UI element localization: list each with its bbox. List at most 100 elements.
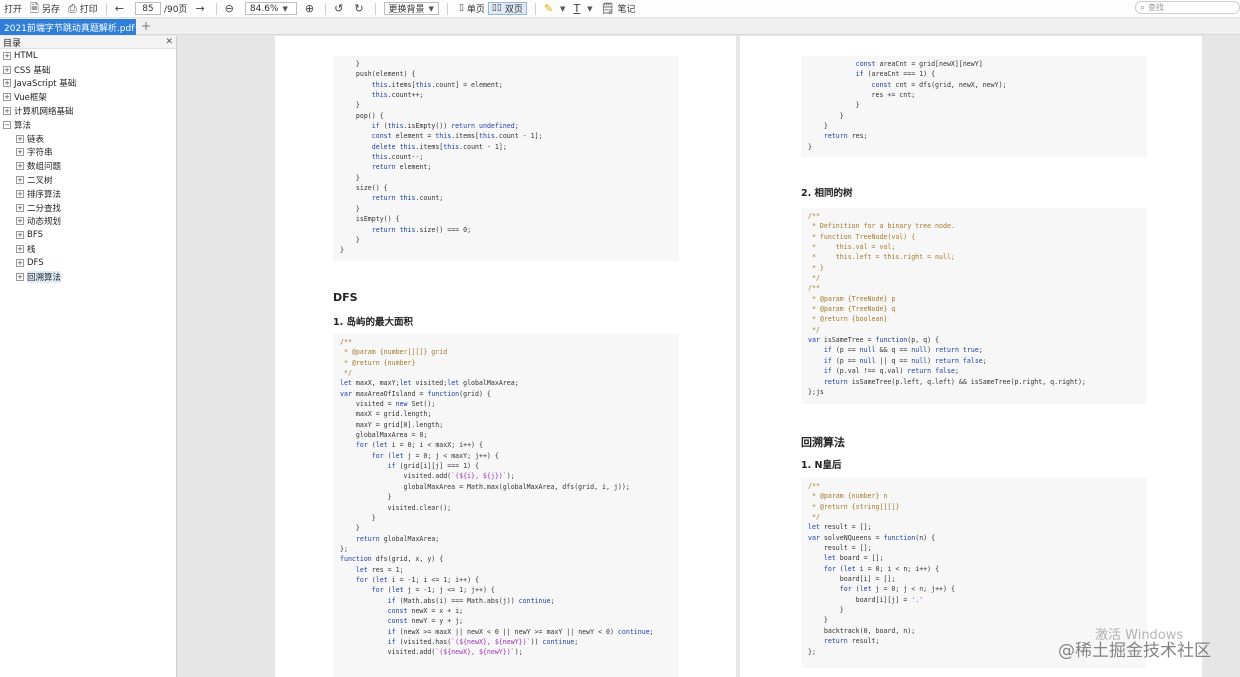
code-line: if (this.isEmpty()) return undefined; bbox=[371, 122, 519, 131]
page-nav: 85 /90页 bbox=[131, 0, 192, 18]
prev-page-button[interactable]: ← bbox=[111, 0, 131, 18]
code-line: * @param {number} n bbox=[808, 492, 888, 501]
toc-item[interactable]: + 计算机网络基础 bbox=[0, 104, 176, 118]
toc-item[interactable]: + Vue框架 bbox=[0, 90, 176, 104]
search-box[interactable]: ⌕ 查找 bbox=[1135, 1, 1240, 14]
toc-item[interactable]: + 动态规划 bbox=[0, 215, 176, 229]
toc-item[interactable]: + 回溯算法 bbox=[0, 270, 176, 284]
toc-item[interactable]: + JavaScript 基础 bbox=[0, 77, 176, 91]
toc-item-label: 二叉树 bbox=[27, 176, 53, 187]
expand-icon[interactable]: + bbox=[16, 258, 24, 267]
code-line: delete this.items[this.count - 1]; bbox=[371, 142, 507, 151]
toc-item[interactable]: + 二分查找 bbox=[0, 201, 176, 215]
expand-icon[interactable]: + bbox=[16, 189, 24, 198]
code-line: let maxX, maxY;let visited;let globalMax… bbox=[340, 379, 519, 388]
page-number-input[interactable]: 85 bbox=[134, 2, 161, 15]
code-line: return isSameTree(p.left, q.left) && isS… bbox=[823, 377, 1086, 386]
code-line: /** bbox=[340, 338, 352, 346]
close-icon[interactable]: ✕ bbox=[165, 37, 173, 47]
code-line: if (p == null && q == null) return true; bbox=[823, 346, 983, 355]
expand-icon[interactable]: + bbox=[16, 203, 24, 212]
toc-item[interactable]: + CSS 基础 bbox=[0, 63, 176, 77]
code-line: } bbox=[340, 246, 344, 255]
expand-icon[interactable]: + bbox=[16, 231, 24, 240]
section-heading: DFS bbox=[333, 291, 358, 304]
print-icon: ⎙ bbox=[67, 2, 77, 15]
toc-item-label: 二分查找 bbox=[27, 203, 62, 214]
search-input[interactable]: 查找 bbox=[1148, 2, 1164, 13]
toc-header: 目录 ✕ bbox=[0, 36, 176, 49]
next-page-button[interactable]: → bbox=[191, 0, 211, 18]
close-icon[interactable]: ✕ bbox=[134, 22, 136, 32]
text-color-button[interactable]: T ▼ bbox=[569, 0, 596, 18]
sub-heading: 1. 岛屿的最大面积 bbox=[333, 317, 414, 328]
double-page-button[interactable]: ▯▯ 双页 bbox=[487, 2, 527, 15]
single-page-label: 单页 bbox=[466, 5, 485, 15]
highlight-button[interactable]: ✎ ▼ bbox=[540, 0, 570, 18]
code-line: /** bbox=[808, 212, 820, 220]
code-line: board[i][j] = '.' bbox=[808, 595, 924, 604]
code-line: let res = 1; bbox=[355, 565, 404, 574]
rotate-right-button[interactable]: ↻ bbox=[350, 0, 370, 18]
expand-icon[interactable]: + bbox=[3, 93, 11, 102]
site-watermark: @稀土掘金技术社区 bbox=[1058, 641, 1211, 661]
zoom-out-button[interactable]: ⊖ bbox=[221, 0, 241, 18]
toc-sidebar: 目录 ✕ + HTML + CSS 基础 + JavaScript 基础 + Vue框架 + 计算… bbox=[0, 36, 177, 677]
print-button[interactable]: ⎙ 打印 bbox=[64, 0, 102, 18]
code-line: * function TreeNode(val) { bbox=[808, 232, 916, 241]
expand-icon[interactable]: + bbox=[16, 134, 24, 143]
toc-item[interactable]: + 数组问题 bbox=[0, 159, 176, 173]
expand-icon[interactable]: + bbox=[16, 245, 24, 254]
expand-icon[interactable]: + bbox=[3, 79, 11, 88]
code-line: globalMaxArea = Math.max(globalMaxArea, … bbox=[340, 482, 630, 491]
notes-label: 笔记 bbox=[617, 5, 636, 15]
document-viewer[interactable]: } push(element) { this.items[this.count]… bbox=[177, 36, 1240, 677]
toc-item[interactable]: − 算法 bbox=[0, 118, 176, 132]
open-button[interactable]: 打开 bbox=[0, 0, 26, 18]
toc-item[interactable]: + 链表 bbox=[0, 132, 176, 146]
code-line: * } bbox=[808, 263, 824, 272]
notes-button[interactable]: 🗒 笔记 bbox=[597, 0, 640, 18]
single-page-button[interactable]: ▯ 单页 bbox=[456, 2, 488, 16]
save-as-button[interactable]: 🗎 另存 bbox=[26, 0, 64, 18]
toc-item[interactable]: + 二叉树 bbox=[0, 173, 176, 187]
code-line: * @return {string[][]} bbox=[808, 502, 900, 511]
toc-item-label: CSS 基础 bbox=[14, 65, 51, 76]
expand-icon[interactable]: + bbox=[3, 51, 11, 60]
code-line: } bbox=[808, 111, 844, 120]
expand-icon[interactable]: + bbox=[16, 217, 24, 226]
rotate-left-button[interactable]: ↺ bbox=[330, 0, 350, 18]
code-block: } push(element) { this.items[this.count]… bbox=[333, 56, 679, 261]
code-line: const newY = y + j; bbox=[387, 617, 464, 626]
toc-item[interactable]: + BFS bbox=[0, 228, 176, 242]
code-line: for (let j = 0; j < maxY; j++) { bbox=[371, 451, 499, 460]
zoom-select[interactable]: 84.6% ▼ bbox=[244, 2, 297, 15]
expand-icon[interactable]: + bbox=[16, 148, 24, 157]
code-line: backtrack(0, board, n); bbox=[808, 626, 916, 635]
toc-item[interactable]: + HTML bbox=[0, 49, 176, 63]
new-tab-button[interactable]: + bbox=[141, 20, 151, 32]
expand-icon[interactable]: + bbox=[16, 176, 24, 185]
code-line: * @return {boolean} bbox=[808, 315, 888, 324]
toolbar-divider bbox=[446, 2, 448, 15]
zoom-in-button[interactable]: ⊕ bbox=[301, 0, 321, 18]
expand-icon[interactable]: + bbox=[3, 107, 11, 116]
expand-icon[interactable]: + bbox=[16, 162, 24, 171]
expand-icon[interactable]: + bbox=[3, 65, 11, 74]
toc-item[interactable]: + DFS bbox=[0, 256, 176, 270]
tab-bar: 2021前端字节跳动真题解析.pdf ✕ + bbox=[0, 18, 1240, 35]
toc-item[interactable]: + 字符串 bbox=[0, 146, 176, 160]
toc-item-label: 排序算法 bbox=[27, 189, 62, 200]
collapse-icon[interactable]: − bbox=[3, 120, 11, 129]
background-select[interactable]: 更换背景 ▼ bbox=[380, 0, 443, 18]
background-dropdown[interactable]: 更换背景 ▼ bbox=[383, 2, 439, 15]
code-line: var maxAreaOfIsland = function(grid) { bbox=[340, 389, 491, 398]
code-line: * @param {TreeNode} q bbox=[808, 305, 896, 314]
expand-icon[interactable]: + bbox=[16, 272, 24, 281]
code-line: if (p == null || q == null) return false… bbox=[823, 356, 987, 365]
code-line: } bbox=[340, 101, 360, 110]
toc-item[interactable]: + 栈 bbox=[0, 242, 176, 256]
document-tab[interactable]: 2021前端字节跳动真题解析.pdf ✕ bbox=[0, 19, 136, 35]
toc-item-label: HTML bbox=[14, 50, 38, 61]
toc-item[interactable]: + 排序算法 bbox=[0, 187, 176, 201]
